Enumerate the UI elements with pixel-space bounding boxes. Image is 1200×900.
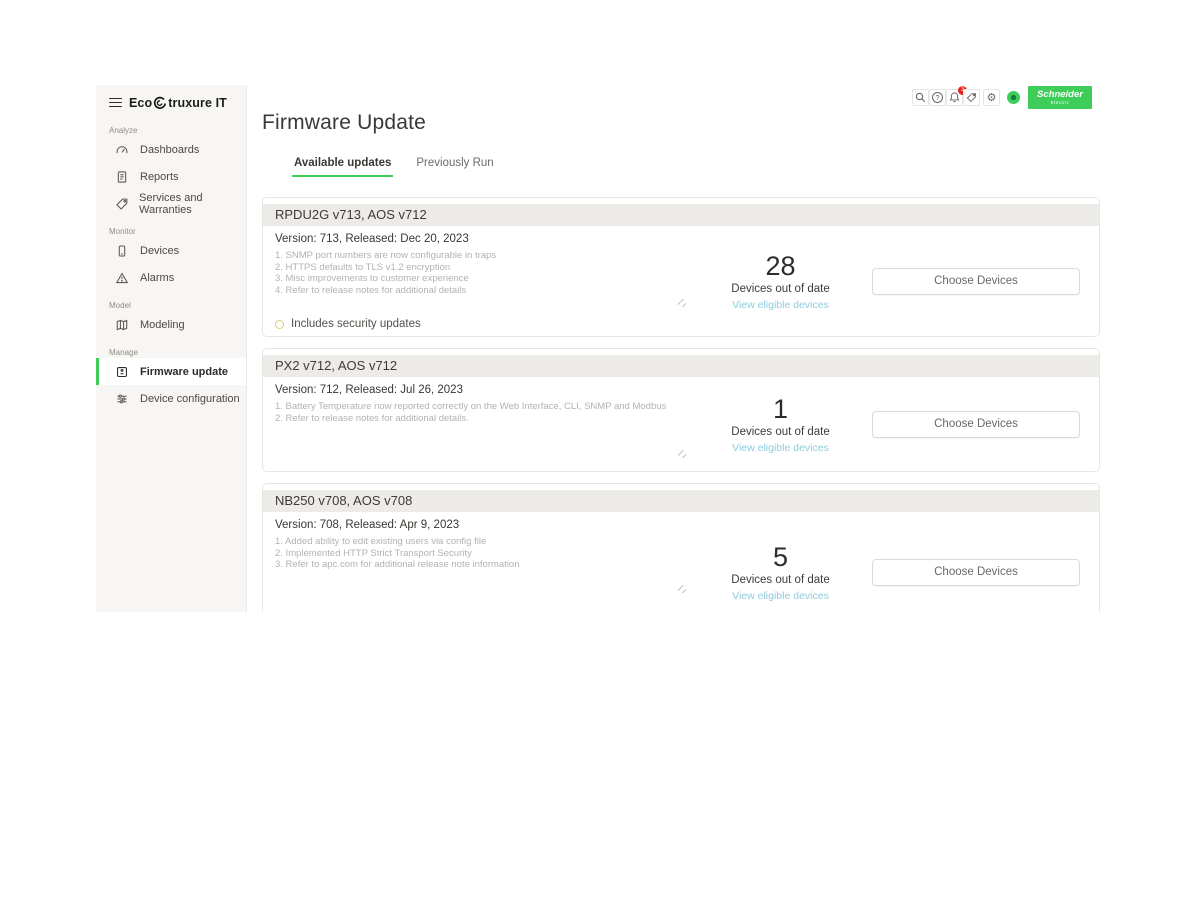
tab-previously-run[interactable]: Previously Run bbox=[414, 157, 495, 177]
choose-devices-button[interactable]: Choose Devices bbox=[872, 268, 1080, 295]
sidebar-item-label: Devices bbox=[140, 245, 179, 257]
ecostruxure-app-window: Eco truxure IT Analyze Dashboards bbox=[96, 85, 1104, 612]
settings-button[interactable]: ⚙ bbox=[983, 89, 1000, 106]
brand-logo: Eco truxure IT bbox=[129, 96, 227, 110]
release-note: 2. Implemented HTTP Strict Transport Sec… bbox=[275, 548, 689, 560]
security-dot-icon bbox=[275, 320, 284, 329]
sidebar-item-firmware-update[interactable]: Firmware update bbox=[96, 358, 246, 385]
page-title: Firmware Update bbox=[262, 111, 1104, 135]
sidebar-item-services-warranties[interactable]: Services and Warranties bbox=[96, 190, 246, 217]
sidebar-item-reports[interactable]: Reports bbox=[96, 163, 246, 190]
view-eligible-devices-link[interactable]: View eligible devices bbox=[689, 442, 872, 454]
release-notes: 1. Added ability to edit existing users … bbox=[275, 536, 689, 594]
alarm-triangle-icon bbox=[115, 270, 130, 285]
device-icon bbox=[115, 243, 130, 258]
sidebar-item-label: Alarms bbox=[140, 272, 174, 284]
sliders-icon bbox=[115, 391, 130, 406]
devices-count-label: Devices out of date bbox=[689, 426, 872, 438]
topbar: ? 3 ⚙ Schneider Electric bbox=[912, 86, 1092, 109]
update-card-nb250: NB250 v708, AOS v708 Version: 708, Relea… bbox=[262, 483, 1100, 612]
version-line: Version: 712, Released: Jul 26, 2023 bbox=[275, 384, 689, 396]
release-note: 2. HTTPS defaults to TLS v1.2 encryption bbox=[275, 262, 689, 274]
help-icon: ? bbox=[932, 92, 943, 103]
view-eligible-devices-link[interactable]: View eligible devices bbox=[689, 590, 872, 602]
section-label-analyze: Analyze bbox=[109, 126, 246, 136]
tab-bar: Available updates Previously Run bbox=[292, 157, 1104, 177]
promo-tag-icon bbox=[965, 91, 978, 104]
devices-count-label: Devices out of date bbox=[689, 283, 872, 295]
view-eligible-devices-link[interactable]: View eligible devices bbox=[689, 299, 872, 311]
choose-devices-button[interactable]: Choose Devices bbox=[872, 411, 1080, 438]
release-notes: 1. SNMP port numbers are now configurabl… bbox=[275, 250, 689, 308]
release-note: 1. SNMP port numbers are now configurabl… bbox=[275, 250, 689, 262]
brand: Eco truxure IT bbox=[96, 85, 246, 110]
sidebar-item-label: Reports bbox=[140, 171, 179, 183]
gear-icon: ⚙ bbox=[987, 92, 997, 103]
release-note: 1. Battery Temperature now reported corr… bbox=[275, 401, 689, 413]
gauge-icon bbox=[115, 142, 130, 157]
devices-count-label: Devices out of date bbox=[689, 574, 872, 586]
resize-grip-icon[interactable] bbox=[678, 585, 686, 593]
version-line: Version: 708, Released: Apr 9, 2023 bbox=[275, 519, 689, 531]
search-icon bbox=[914, 91, 927, 104]
sidebar-item-label: Modeling bbox=[140, 319, 185, 331]
help-button[interactable]: ? bbox=[929, 89, 946, 106]
warranty-tag-icon bbox=[115, 196, 129, 211]
sidebar-item-label: Services and Warranties bbox=[139, 192, 246, 216]
update-card-list: RPDU2G v713, AOS v712 Version: 713, Rele… bbox=[262, 197, 1100, 612]
card-title: RPDU2G v713, AOS v712 bbox=[263, 204, 1099, 226]
map-icon bbox=[115, 317, 130, 332]
brand-eco: Eco bbox=[129, 96, 152, 110]
sidebar-item-devices[interactable]: Devices bbox=[96, 237, 246, 264]
firmware-update-icon bbox=[115, 364, 130, 379]
card-title: PX2 v712, AOS v712 bbox=[263, 355, 1099, 377]
devices-count: 5 bbox=[689, 542, 872, 572]
section-label-model: Model bbox=[109, 301, 246, 311]
schneider-logo-line2: Electric bbox=[1051, 100, 1070, 105]
main-content: Firmware Update Available updates Previo… bbox=[248, 85, 1104, 612]
release-note: 3. Refer to apc.com for additional relea… bbox=[275, 559, 689, 571]
search-button[interactable] bbox=[912, 89, 929, 106]
resize-grip-icon[interactable] bbox=[678, 299, 686, 307]
sidebar-item-alarms[interactable]: Alarms bbox=[96, 264, 246, 291]
card-title: NB250 v708, AOS v708 bbox=[263, 490, 1099, 512]
release-note: 2. Refer to release notes for additional… bbox=[275, 413, 689, 425]
menu-icon[interactable] bbox=[109, 98, 122, 108]
whats-new-button[interactable] bbox=[963, 89, 980, 106]
schneider-logo-line1: Schneider bbox=[1037, 90, 1083, 100]
devices-count: 28 bbox=[689, 251, 872, 281]
sidebar-item-modeling[interactable]: Modeling bbox=[96, 311, 246, 338]
report-document-icon bbox=[115, 169, 130, 184]
user-avatar[interactable] bbox=[1007, 91, 1020, 104]
notifications-button[interactable]: 3 bbox=[946, 89, 963, 106]
brand-rest: truxure IT bbox=[168, 96, 227, 110]
section-label-manage: Manage bbox=[109, 348, 246, 358]
update-card-px2: PX2 v712, AOS v712 Version: 712, Release… bbox=[262, 348, 1100, 472]
release-note: 3. Misc improvements to customer experie… bbox=[275, 273, 689, 285]
sidebar-item-label: Firmware update bbox=[140, 366, 228, 378]
tab-available-updates[interactable]: Available updates bbox=[292, 157, 393, 177]
section-label-monitor: Monitor bbox=[109, 227, 246, 237]
sidebar-item-dashboards[interactable]: Dashboards bbox=[96, 136, 246, 163]
release-notes: 1. Battery Temperature now reported corr… bbox=[275, 401, 689, 459]
schneider-electric-logo: Schneider Electric bbox=[1028, 86, 1092, 109]
sidebar: Eco truxure IT Analyze Dashboards bbox=[96, 85, 247, 612]
security-note-label: Includes security updates bbox=[291, 318, 421, 330]
security-note-row: Includes security updates bbox=[275, 318, 689, 330]
ecostruxure-swirl-icon bbox=[153, 96, 167, 110]
resize-grip-icon[interactable] bbox=[678, 450, 686, 458]
release-note: 4. Refer to release notes for additional… bbox=[275, 285, 689, 297]
release-note: 1. Added ability to edit existing users … bbox=[275, 536, 689, 548]
choose-devices-button[interactable]: Choose Devices bbox=[872, 559, 1080, 586]
version-line: Version: 713, Released: Dec 20, 2023 bbox=[275, 233, 689, 245]
sidebar-item-label: Dashboards bbox=[140, 144, 199, 156]
devices-count: 1 bbox=[689, 394, 872, 424]
sidebar-item-device-configuration[interactable]: Device configuration bbox=[96, 385, 246, 412]
sidebar-item-label: Device configuration bbox=[140, 393, 240, 405]
update-card-rpdu2g: RPDU2G v713, AOS v712 Version: 713, Rele… bbox=[262, 197, 1100, 337]
